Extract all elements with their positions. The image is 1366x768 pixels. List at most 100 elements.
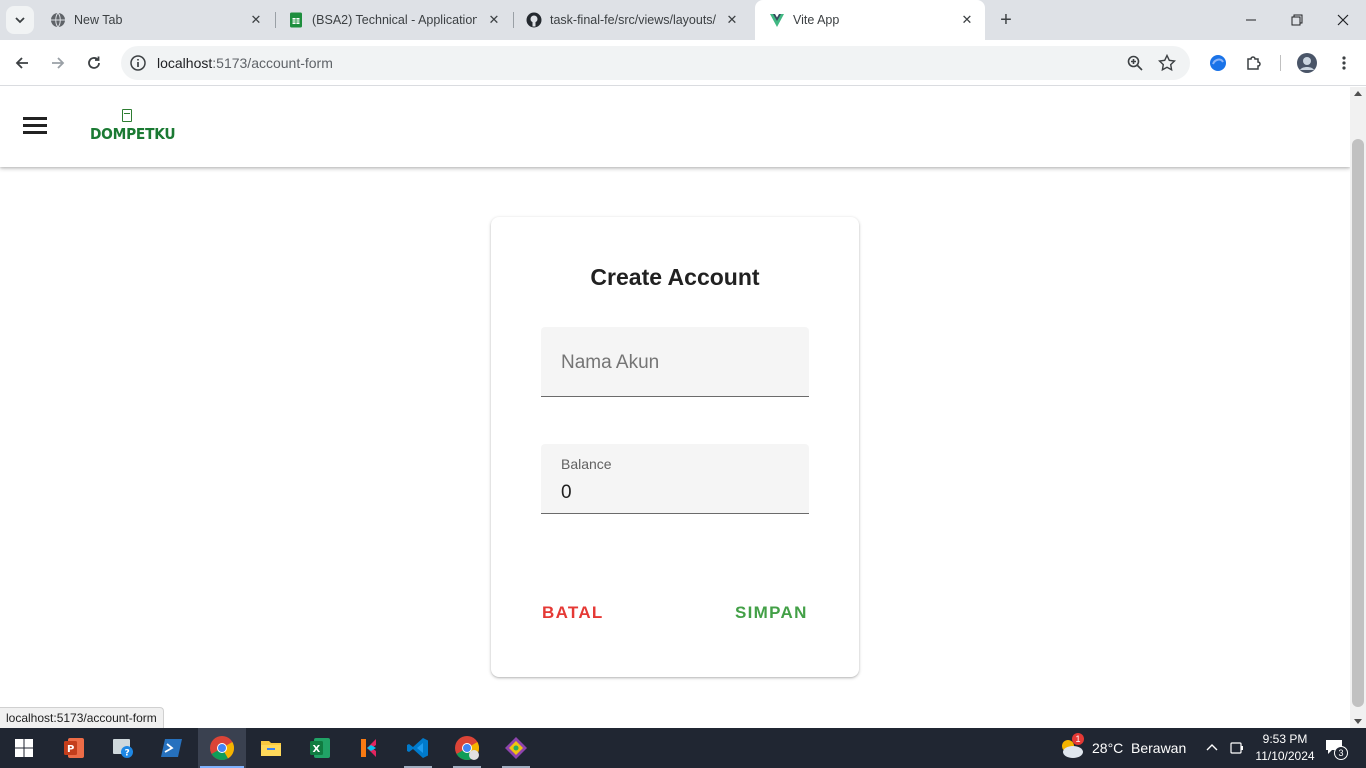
google-sheets-icon [290,12,302,28]
network-button[interactable] [1228,740,1246,756]
balance-value[interactable]: 0 [561,482,572,504]
tab-new-tab[interactable]: New Tab ✕ [36,0,274,40]
excel-icon: X [310,738,330,758]
taskbar-vscode[interactable] [394,728,442,768]
svg-text:P: P [67,744,74,755]
taskbar-excel[interactable]: X [296,728,344,768]
notification-center-button[interactable]: 3 [1324,738,1348,760]
tab-search-button[interactable] [6,6,34,34]
arrow-left-icon [15,57,28,69]
back-button[interactable] [8,49,36,77]
site-info-icon[interactable] [129,54,147,72]
tab-title: New Tab [74,13,123,27]
restore-button[interactable] [1274,0,1320,40]
avatar-icon [1297,53,1317,73]
browser-toolbar: localhost:5173/account-form [0,40,1366,86]
menu-icon[interactable] [22,117,48,137]
chrome-profile-icon [455,736,480,761]
bookmark-star-icon[interactable] [1158,54,1176,72]
tab-title: Vite App [793,13,840,27]
tab-vite-app[interactable]: Vite App ✕ [755,0,985,40]
globe-icon [51,12,65,28]
chevron-down-icon [15,17,25,24]
close-icon[interactable]: ✕ [724,12,740,28]
taskbar-file-explorer[interactable] [247,728,295,768]
cancel-button[interactable]: BATAL [542,603,604,623]
taskbar-powerpoint[interactable]: P [50,728,98,768]
reload-button[interactable] [80,49,108,77]
create-account-card: Create Account Nama Akun Balance 0 BATAL… [491,217,859,677]
logo-text: DOMPETKU [90,125,176,143]
close-icon[interactable]: ✕ [486,12,502,28]
forward-button[interactable] [44,49,72,77]
taskbar-chrome[interactable] [198,728,246,768]
minimize-button[interactable] [1228,0,1274,40]
taskbar-jetbrains[interactable] [345,728,393,768]
balance-label: Balance [561,456,612,472]
weather-widget[interactable]: 1 [1058,733,1086,762]
battery-network-icon [1230,742,1243,754]
start-button[interactable] [0,728,48,768]
tab-github[interactable]: task-final-fe/src/views/layouts/( ✕ [512,0,750,40]
scrollbar-thumb[interactable] [1352,139,1364,707]
url-host: localhost [157,55,213,71]
extensions-button[interactable] [1240,49,1268,77]
app-header: DOMPETKU [0,87,1350,167]
extension-button[interactable] [1204,49,1232,77]
close-icon[interactable]: ✕ [959,12,975,28]
wallet-icon [122,109,132,122]
browser-menu-button[interactable] [1330,49,1358,77]
powerpoint-icon: P [64,738,84,758]
save-button[interactable]: SIMPAN [735,603,808,623]
new-tab-button[interactable]: + [994,8,1018,32]
vite-icon [770,14,784,27]
reload-icon [88,56,100,69]
powershell-icon [161,739,182,757]
weather-temperature[interactable]: 28°C [1092,740,1123,756]
zoom-icon[interactable] [1126,54,1144,72]
link-status-bubble: localhost:5173/account-form [0,707,164,728]
scroll-down-icon[interactable] [1354,719,1362,724]
weather-description[interactable]: Berawan [1131,740,1186,756]
page-viewport: DOMPETKU Create Account Nama Akun Balanc… [0,87,1350,728]
taskbar-clock[interactable]: 9:53 PM 11/10/2024 [1248,731,1322,765]
puzzle-icon [1247,56,1261,70]
taskbar-git-tool[interactable] [492,728,540,768]
tab-title: (BSA2) Technical - Application F [312,13,477,27]
account-name-field[interactable]: Nama Akun [541,327,809,397]
chevron-up-icon [1206,744,1218,751]
minimize-icon [1246,19,1256,21]
close-icon[interactable]: ✕ [248,12,264,28]
account-name-placeholder: Nama Akun [561,352,660,373]
taskbar-chrome-profile[interactable] [443,728,491,768]
file-explorer-icon [261,741,281,756]
notification-count: 3 [1334,746,1348,760]
close-window-button[interactable] [1320,0,1366,40]
restore-icon [1291,14,1303,26]
windows-start-icon [15,739,33,757]
more-vertical-icon [1342,56,1346,70]
vscode-icon [407,738,428,758]
toolbar-divider [1280,55,1281,71]
tab-sheets[interactable]: (BSA2) Technical - Application F ✕ [274,0,512,40]
jetbrains-icon [361,739,376,757]
form-title: Create Account [590,264,760,290]
taskbar-powershell[interactable] [148,728,196,768]
windows-taskbar: P ? X 1 28°C Berawan 9:53 PM 11/10/2024 [0,728,1366,768]
svg-text:?: ? [125,749,130,759]
tray-overflow-button[interactable] [1204,740,1220,756]
app-logo[interactable]: DOMPETKU [90,107,176,147]
clock-time: 9:53 PM [1262,732,1308,746]
scroll-up-icon[interactable] [1354,91,1362,96]
address-bar[interactable]: localhost:5173/account-form [121,46,1190,80]
weather-badge: 1 [1072,733,1084,745]
tab-title: task-final-fe/src/views/layouts/( [550,13,716,27]
balance-field[interactable]: Balance 0 [541,444,809,514]
help-icon: ? [113,739,133,759]
profile-button[interactable] [1293,49,1321,77]
github-icon [526,12,542,28]
page-scrollbar[interactable] [1350,87,1366,728]
taskbar-help[interactable]: ? [99,728,147,768]
chrome-icon [210,736,235,761]
url-text[interactable]: localhost:5173/account-form [157,55,333,71]
